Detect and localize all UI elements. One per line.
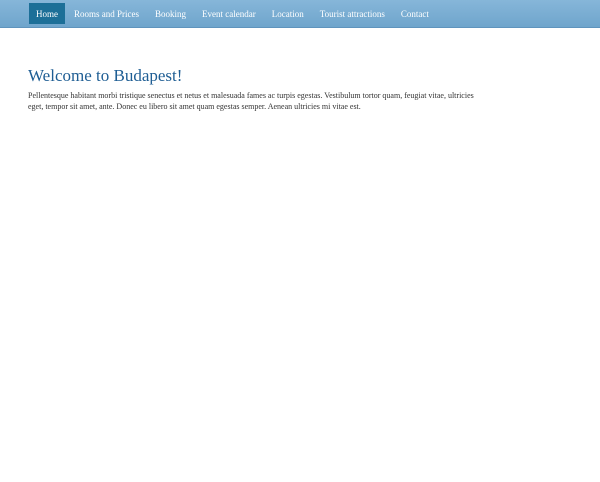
nav-item-label: Event calendar bbox=[202, 8, 256, 19]
nav-item-label: Tourist attractions bbox=[319, 8, 385, 19]
nav-item-rooms-and-prices[interactable]: Rooms and Prices bbox=[67, 3, 146, 24]
nav-item-contact[interactable]: Contact bbox=[394, 3, 436, 24]
nav-item-label: Home bbox=[36, 8, 58, 19]
nav-item-label: Contact bbox=[400, 8, 429, 19]
main-content: Welcome to Budapest! Pellentesque habita… bbox=[28, 66, 488, 112]
nav-menu: Home Rooms and Prices Booking Event cale… bbox=[29, 3, 438, 24]
top-navigation-bar: Home Rooms and Prices Booking Event cale… bbox=[0, 0, 600, 28]
page-title: Welcome to Budapest! bbox=[28, 66, 183, 85]
nav-item-label: Booking bbox=[155, 8, 187, 19]
nav-item-booking[interactable]: Booking bbox=[148, 3, 193, 24]
intro-paragraph: Pellentesque habitant morbi tristique se… bbox=[28, 91, 474, 111]
nav-item-location[interactable]: Location bbox=[265, 3, 311, 24]
nav-item-home[interactable]: Home bbox=[29, 3, 65, 24]
nav-item-event-calendar[interactable]: Event calendar bbox=[195, 3, 263, 24]
nav-item-label: Rooms and Prices bbox=[74, 8, 139, 19]
nav-item-tourist-attractions[interactable]: Tourist attractions bbox=[313, 3, 392, 24]
nav-item-label: Location bbox=[271, 8, 304, 19]
